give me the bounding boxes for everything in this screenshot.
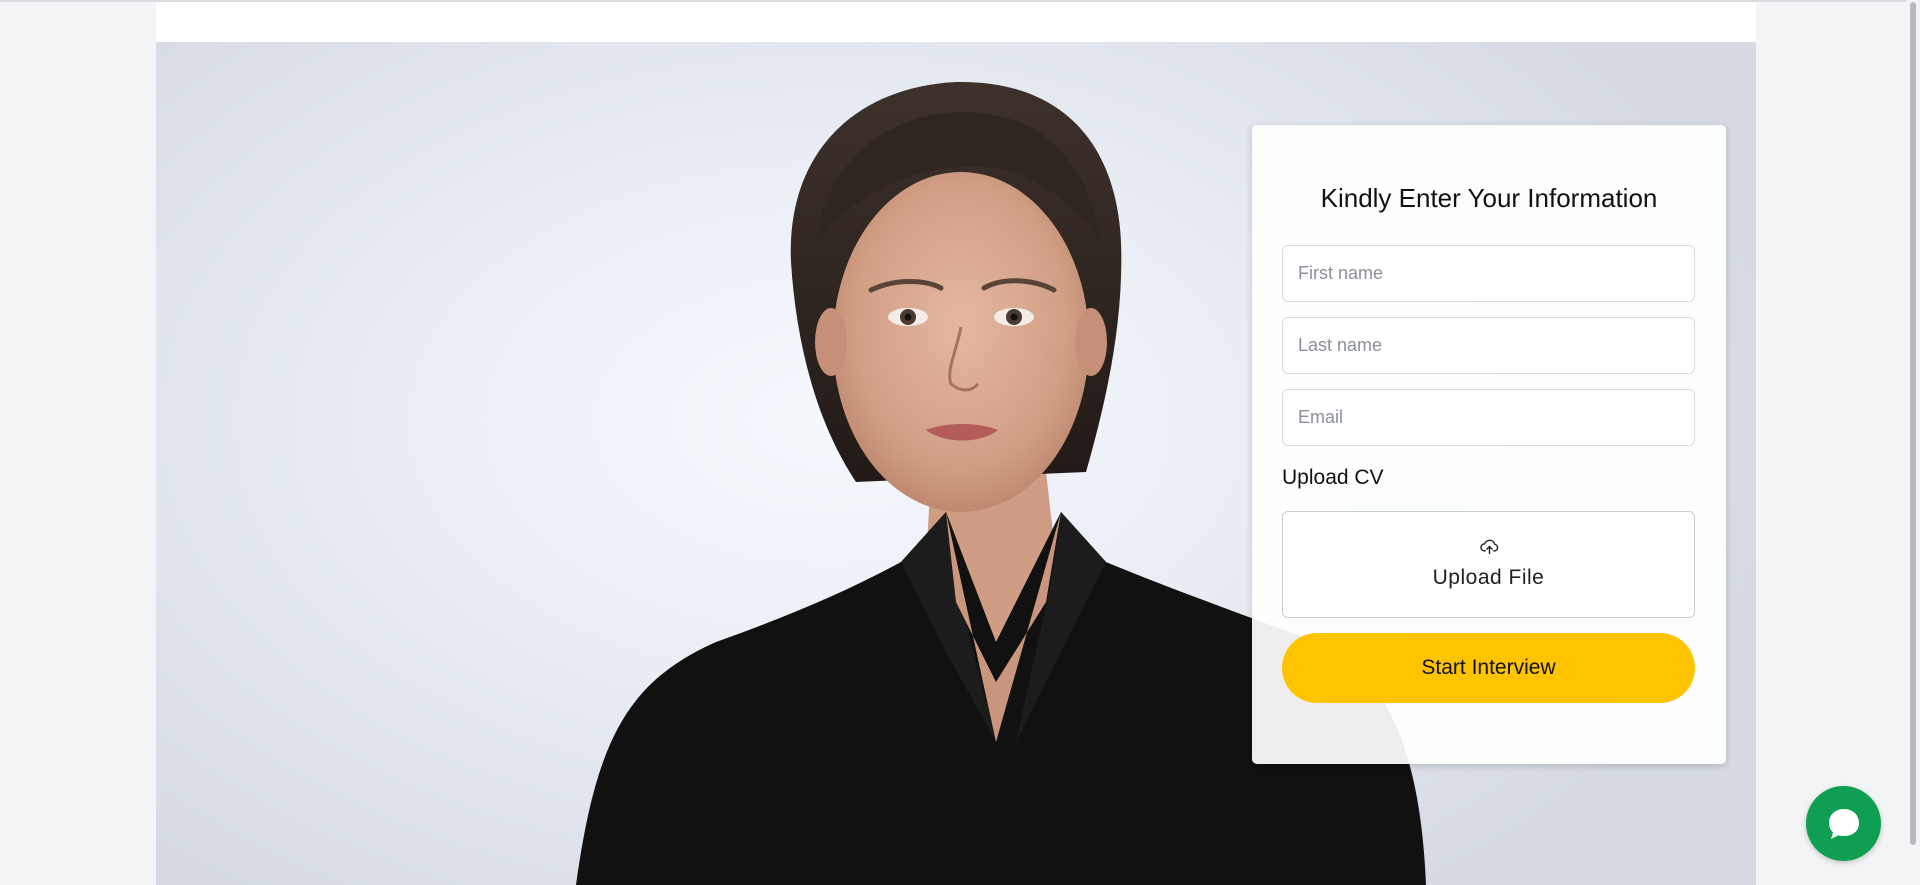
page: Kindly Enter Your Information Upload CV … (0, 0, 1920, 885)
last-name-input[interactable] (1282, 317, 1695, 374)
vertical-scrollbar[interactable] (1906, 0, 1920, 885)
email-input[interactable] (1282, 389, 1695, 446)
form-title: Kindly Enter Your Information (1320, 183, 1658, 213)
chat-launcher-button[interactable] (1806, 786, 1881, 861)
cloud-upload-icon (1480, 539, 1499, 555)
information-form: Kindly Enter Your Information Upload CV … (1252, 125, 1726, 764)
start-interview-button[interactable]: Start Interview (1282, 633, 1695, 703)
top-bar (156, 2, 1756, 42)
upload-file-label: Upload File (1432, 566, 1545, 589)
first-name-input[interactable] (1282, 245, 1695, 302)
upload-file-button[interactable]: Upload File (1282, 511, 1695, 618)
scrollbar-thumb[interactable] (1910, 2, 1916, 845)
avatar-stage: Kindly Enter Your Information Upload CV … (156, 42, 1756, 885)
chat-bubble-icon (1829, 809, 1859, 839)
main-frame: Kindly Enter Your Information Upload CV … (156, 2, 1756, 885)
upload-cv-label: Upload CV (1282, 466, 1384, 489)
